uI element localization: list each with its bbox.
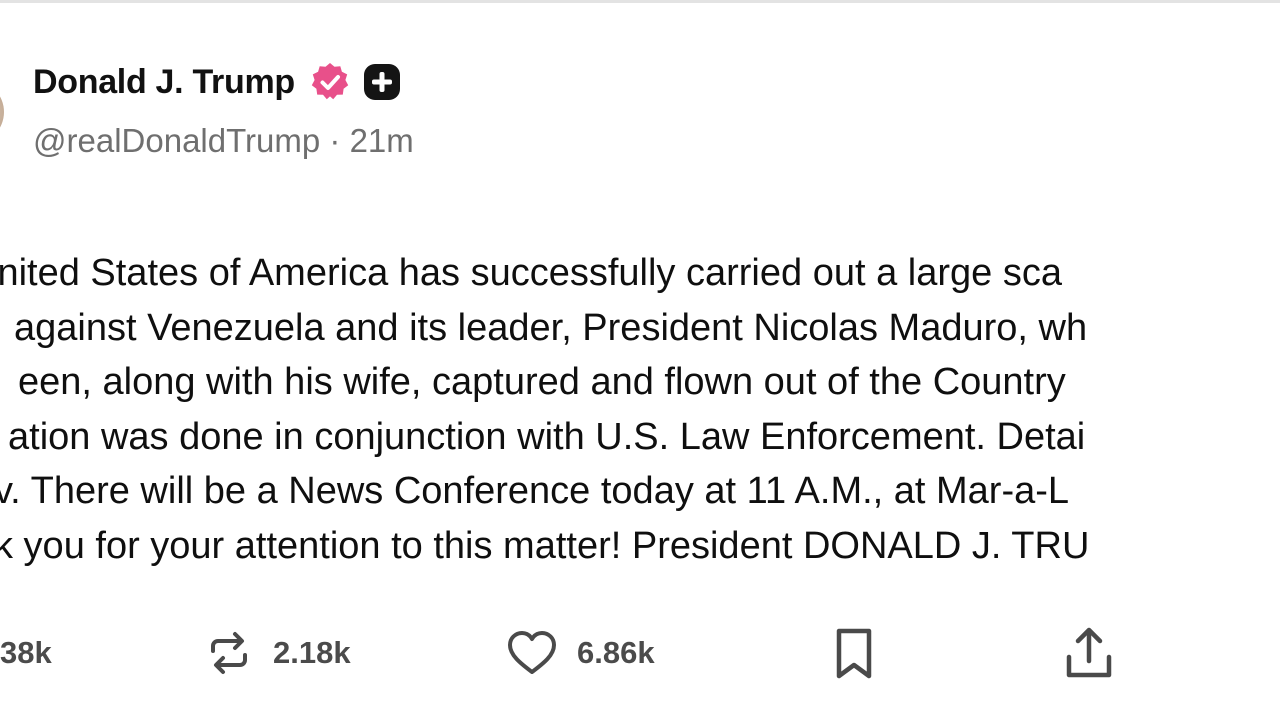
post-actions: 38k 2.18k 6.86k [0, 620, 1280, 690]
post-timestamp[interactable]: 21m [350, 122, 414, 159]
repost-button[interactable]: 2.18k [203, 620, 351, 686]
author-handle[interactable]: @realDonaldTrump [33, 122, 320, 159]
avatar[interactable] [0, 80, 4, 144]
post-body-line: ation was done in conjunction with U.S. … [8, 415, 1086, 458]
repost-count: 2.18k [273, 635, 351, 670]
post-body-line: against Venezuela and its leader, Presid… [14, 306, 1088, 349]
bookmark-button[interactable] [833, 620, 875, 686]
repost-icon [211, 632, 247, 674]
heart-icon [508, 631, 556, 674]
post-body-line: v. There will be a News Conference today… [0, 470, 1070, 512]
post-body-line: United States of America has successfull… [0, 252, 1062, 294]
post-body: United States of America has successfull… [0, 246, 1280, 573]
verified-badge-icon [311, 63, 349, 100]
reply-count: 38k [0, 635, 52, 670]
reply-button[interactable]: 38k [0, 620, 52, 686]
like-count: 6.86k [577, 635, 655, 670]
post-body-line: een, along with his wife, captured and f… [18, 361, 1066, 403]
top-divider [0, 0, 1280, 3]
share-button[interactable] [1064, 620, 1114, 686]
post-body-line: k you for your attention to this matter!… [0, 524, 1090, 567]
bookmark-icon [836, 628, 872, 679]
meta-separator: · [320, 122, 350, 159]
post-header: Donald J. Trump @realDonaldTrump · 21m [33, 56, 414, 160]
author-meta: @realDonaldTrump · 21m [33, 122, 414, 160]
share-icon [1066, 627, 1112, 678]
like-button[interactable]: 6.86k [505, 620, 655, 686]
author-row: Donald J. Trump [33, 56, 414, 108]
plus-badge-icon [363, 64, 400, 100]
author-display-name[interactable]: Donald J. Trump [33, 63, 295, 102]
